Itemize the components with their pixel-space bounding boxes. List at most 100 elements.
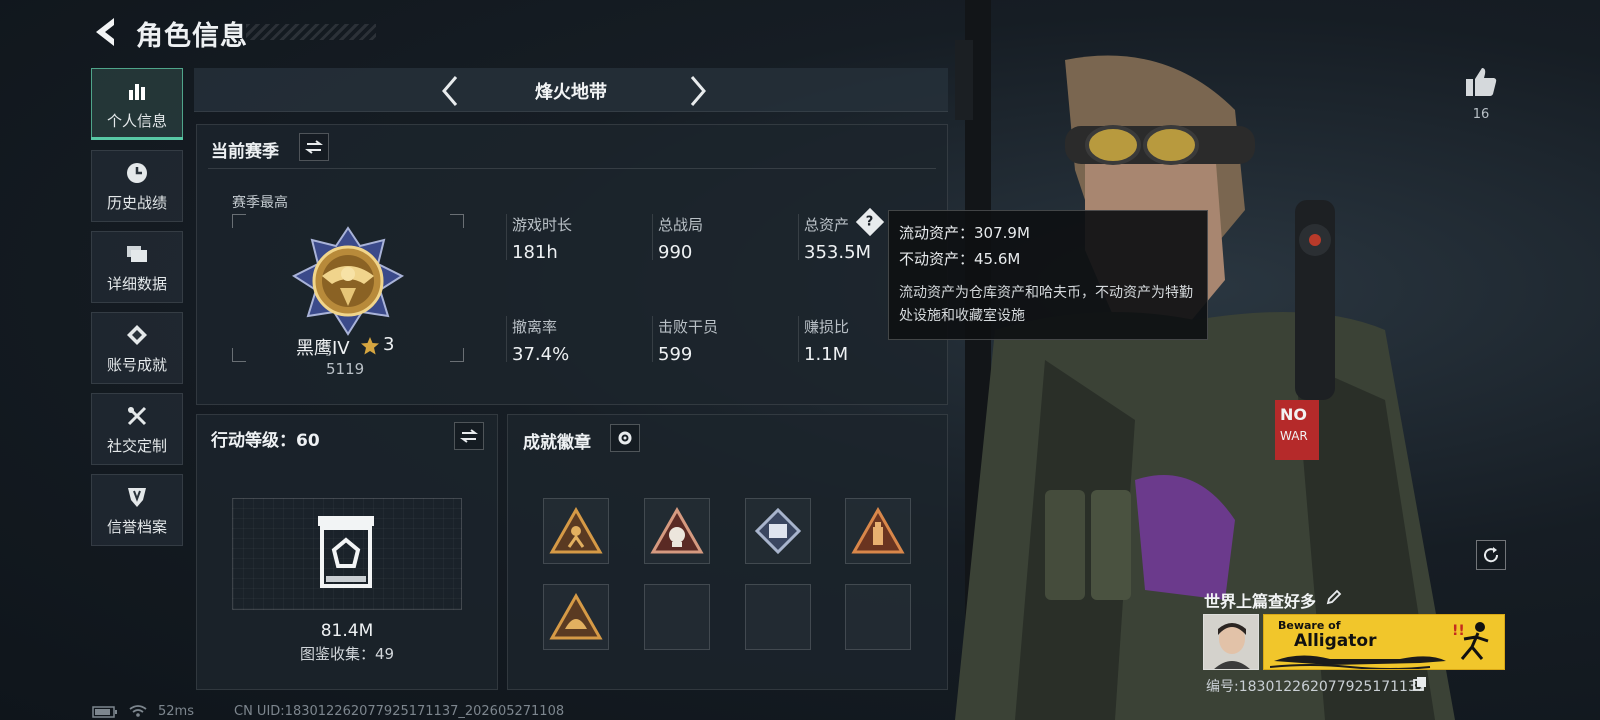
- season-switch-button[interactable]: [299, 133, 329, 161]
- achievements-settings-button[interactable]: [610, 424, 640, 452]
- achievement-badge-slot[interactable]: [644, 498, 710, 564]
- frame-corner: [232, 214, 246, 228]
- nav-label: 个人信息: [106, 111, 167, 130]
- stat-value: 353.5M: [804, 242, 872, 263]
- nav-item-social-custom[interactable]: 社交定制: [91, 393, 183, 465]
- stat-value: 37.4%: [512, 344, 570, 365]
- svg-text:WAR: WAR: [1280, 429, 1308, 443]
- achievement-badge-slot[interactable]: [543, 584, 609, 650]
- assets-tooltip: 流动资产：307.9M 不动资产：45.6M 流动资产为仓库资产和哈夫币，不动资…: [888, 210, 1208, 340]
- rank-stars: 3: [383, 334, 395, 355]
- gear-icon: [618, 431, 632, 445]
- divider: [798, 316, 799, 362]
- network-ping: 52ms: [158, 704, 194, 719]
- triangle-badge-bottle-icon: [851, 507, 905, 554]
- edit-icon[interactable]: [1326, 589, 1342, 605]
- action-level-label: 行动等级：: [211, 431, 296, 451]
- stat-value: 1.1M: [804, 344, 849, 365]
- running-figure-icon: !!: [1452, 622, 1489, 660]
- achievement-badge-slot[interactable]: [745, 498, 811, 564]
- back-arrow-icon[interactable]: [92, 16, 120, 48]
- stat-label: 撤离率: [512, 318, 558, 336]
- nav-label: 账号成就: [106, 355, 167, 374]
- achievement-badge-slot[interactable]: [845, 498, 911, 564]
- nav-item-match-history[interactable]: 历史战绩: [91, 150, 183, 222]
- nav-label: 社交定制: [106, 436, 167, 455]
- client-uid: CN UID:18301226207792517113​7_2026052711…: [234, 704, 565, 719]
- folder-icon: [124, 241, 150, 267]
- rotate-view-button[interactable]: [1476, 540, 1506, 570]
- battery-icon: [92, 706, 117, 718]
- nav-item-credit-record[interactable]: 信誉档案: [91, 474, 183, 546]
- bar-chart-icon: [124, 78, 150, 104]
- stat-value: 181h: [512, 242, 558, 263]
- avatar-portrait-icon: [1204, 615, 1258, 669]
- season-best-label: 赛季最高: [232, 195, 288, 211]
- copy-icon[interactable]: [1412, 676, 1428, 692]
- divider: [506, 316, 507, 362]
- rank-points: 5119: [326, 360, 365, 378]
- like-count: 16: [1472, 107, 1490, 122]
- stat-label: 总资产: [804, 216, 850, 234]
- rank-emblem-icon: [291, 226, 405, 336]
- wifi-icon: [129, 705, 147, 717]
- svg-text:NO: NO: [1280, 405, 1307, 424]
- divider: [652, 214, 653, 260]
- nav-item-detailed-data[interactable]: 详细数据: [91, 231, 183, 303]
- nav-label: 信誉档案: [106, 517, 167, 536]
- star-icon: [361, 337, 379, 355]
- fixed-assets-row: 不动资产：45.6M: [899, 246, 1197, 272]
- next-mode-chevron-icon[interactable]: [682, 74, 712, 108]
- frame-corner: [450, 214, 464, 228]
- title-decoration: [246, 24, 376, 40]
- liquid-assets-value: 307.9M: [974, 224, 1030, 242]
- clock-icon: [124, 160, 150, 186]
- page-title: 角色信息: [136, 21, 248, 52]
- achievement-badge-slot-empty[interactable]: [745, 584, 811, 650]
- rank-name: 黑鹰IV: [296, 338, 350, 359]
- tools-icon: [124, 403, 150, 429]
- nav-item-personal-info[interactable]: 个人信息: [91, 68, 183, 140]
- fixed-assets-label: 不动资产：: [899, 250, 975, 268]
- divider: [798, 214, 799, 260]
- liquid-assets-row: 流动资产：307.9M: [899, 220, 1197, 246]
- action-level-title: 行动等级：60: [211, 426, 320, 451]
- swap-icon: [460, 429, 478, 443]
- achievement-badge-slot-empty[interactable]: [845, 584, 911, 650]
- stat-label: 游戏时长: [512, 216, 573, 234]
- triangle-badge-skull-icon: [650, 507, 704, 554]
- nav-item-achievements[interactable]: 账号成就: [91, 312, 183, 384]
- stat-label: 击败干员: [658, 318, 719, 336]
- player-name: 世界上篇查好多: [1204, 592, 1317, 611]
- season-title: 当前赛季: [211, 142, 279, 162]
- operator-character-model: NO WAR: [955, 0, 1455, 720]
- action-level-switch-button[interactable]: [454, 422, 484, 450]
- shield-icon: [124, 484, 150, 510]
- player-id-label: 编号:: [1206, 679, 1239, 695]
- triangle-badge-runner-icon: [549, 507, 603, 554]
- collection-cabinet-icon: [318, 516, 374, 588]
- collection-count-row: 图鉴收集：49: [196, 643, 498, 664]
- avatar[interactable]: [1203, 614, 1259, 670]
- player-id-row: 编号:18301226207792517113​7: [1206, 676, 1426, 696]
- achievement-icon: [124, 322, 150, 348]
- achievement-badge-slot-empty[interactable]: [644, 584, 710, 650]
- achievement-badge-slot[interactable]: [543, 498, 609, 564]
- player-id-value: 18301226207792517113​7: [1238, 679, 1426, 695]
- stat-label: 赚损比: [804, 318, 850, 336]
- divider: [506, 214, 507, 260]
- svg-text:!!: !!: [1452, 623, 1465, 639]
- achievements-title: 成就徽章: [523, 433, 591, 453]
- player-banner[interactable]: Beware of Alligator !!: [1263, 614, 1505, 670]
- nav-label: 历史战绩: [106, 193, 167, 212]
- collection-label: 图鉴收集：: [299, 645, 375, 663]
- collection-value: 81.4M: [320, 621, 374, 641]
- nav-label: 详细数据: [106, 274, 167, 293]
- thumbs-up-icon[interactable]: [1464, 66, 1498, 98]
- stat-value: 990: [658, 242, 693, 263]
- mode-name: 烽火地带: [535, 82, 607, 103]
- diamond-badge-scroll-icon: [754, 507, 802, 555]
- assets-description: 流动资产为仓库资产和哈夫币，不动资产为特勤处设施和收藏室设施: [899, 285, 1193, 324]
- frame-corner: [450, 348, 464, 362]
- refresh-icon: [1484, 547, 1499, 563]
